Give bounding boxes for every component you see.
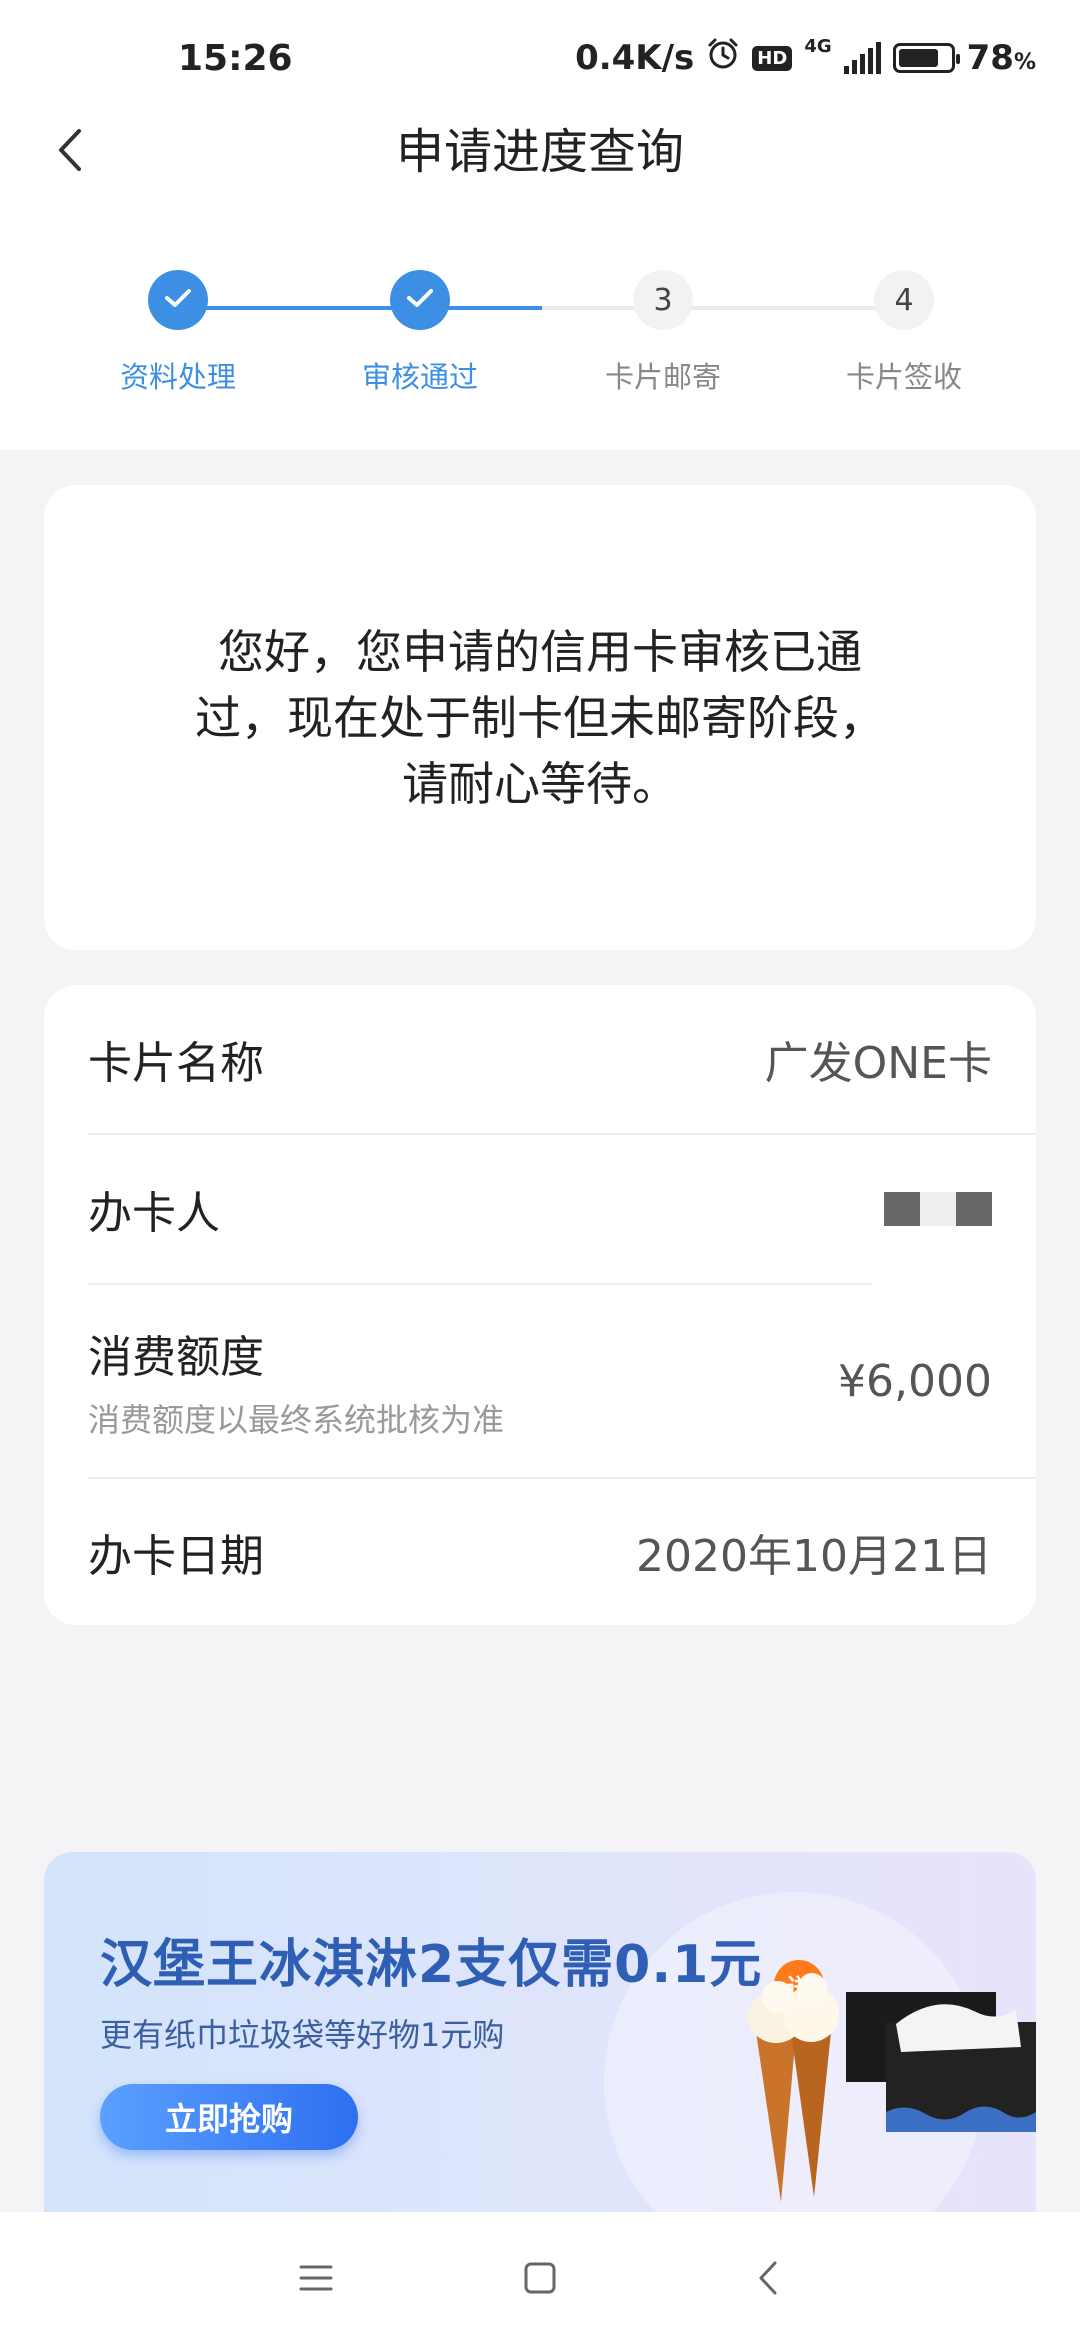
date-label: 办卡日期 [88, 1531, 264, 1582]
step-number: 3 [633, 270, 693, 330]
banner-title: 汉堡王冰淇淋2支仅需0.1元 [100, 1935, 763, 1995]
status-icons: 0.4K/s HD 4G 78% [575, 36, 1036, 80]
signal-icon [843, 42, 881, 74]
network-type: 4G [804, 36, 832, 57]
square-icon [523, 2261, 557, 2299]
row-holder: 办卡人 [44, 1135, 1036, 1283]
page-title: 申请进度查询 [395, 124, 684, 180]
promo-banner[interactable]: 汉堡王冰淇淋2支仅需0.1元 更有纸巾垃圾袋等好物1元购 立即抢购 送 [44, 1852, 1036, 2212]
masked-holder-name [884, 1192, 992, 1226]
nav-back-button[interactable] [738, 2250, 798, 2310]
check-icon [405, 283, 435, 318]
step-label: 审核通过 [361, 360, 478, 394]
chevron-left-icon [757, 2260, 779, 2300]
limit-label: 消费额度 [88, 1332, 264, 1383]
menu-button[interactable] [286, 2250, 346, 2310]
check-icon [163, 283, 193, 318]
step-number: 4 [874, 270, 934, 330]
limit-note: 消费额度以最终系统批核为准 [88, 1401, 505, 1439]
step-1: 资料处理 [53, 270, 303, 396]
home-button[interactable] [510, 2250, 570, 2310]
row-card-name: 卡片名称 广发ONE卡 [44, 985, 1036, 1133]
row-date: 办卡日期 2020年10月21日 [44, 1479, 1036, 1625]
status-bar: 15:26 0.4K/s HD 4G 78% [0, 0, 1080, 120]
status-time: 15:26 [178, 38, 293, 79]
banner-subtitle: 更有纸巾垃圾袋等好物1元购 [100, 2016, 505, 2054]
net-speed: 0.4K/s [575, 38, 695, 78]
step-label: 卡片签收 [845, 360, 962, 394]
battery-icon [892, 43, 960, 73]
limit-text: 消费额度 消费额度以最终系统批核为准 [88, 1321, 504, 1441]
step-3: 3 卡片邮寄 [538, 270, 788, 396]
battery-percent: 78% [967, 38, 1036, 78]
alarm-icon [706, 37, 740, 80]
step-2: 审核通过 [295, 270, 545, 396]
holder-label: 办卡人 [88, 1188, 220, 1239]
card-name-label: 卡片名称 [88, 1038, 264, 1089]
menu-icon [299, 2263, 333, 2297]
battery-unit: % [1013, 50, 1036, 75]
battery-value: 78 [966, 38, 1014, 78]
date-value: 2020年10月21日 [636, 1531, 992, 1582]
step-label: 资料处理 [119, 360, 236, 394]
step-4: 4 卡片签收 [779, 270, 1029, 396]
step-label: 卡片邮寄 [604, 360, 721, 394]
card-details: 卡片名称 广发ONE卡 办卡人 消费额度 消费额度以最终系统批核为准 ¥6,00… [44, 985, 1036, 1625]
status-message-card: 您好，您申请的信用卡审核已通过，现在处于制卡但未邮寄阶段，请耐心等待。 [44, 485, 1036, 950]
status-message: 您好，您申请的信用卡审核已通过，现在处于制卡但未邮寄阶段，请耐心等待。 [195, 624, 885, 811]
limit-value: ¥6,000 [838, 1355, 992, 1407]
step-done-circle [148, 270, 208, 330]
card-name-value: 广发ONE卡 [764, 1038, 992, 1089]
progress-steps: 资料处理 审核通过 3 卡片邮寄 4 卡片签收 [0, 270, 1080, 400]
header: 申请进度查询 资料处理 审核通过 3 卡片邮寄 4 卡片签收 [0, 120, 1080, 450]
step-done-circle [390, 270, 450, 330]
system-nav-bar [0, 2212, 1080, 2340]
battery-fill [898, 49, 938, 67]
hd-icon: HD [752, 45, 793, 71]
row-limit: 消费额度 消费额度以最终系统批核为准 ¥6,000 [44, 1285, 1036, 1477]
buy-now-button[interactable]: 立即抢购 [100, 2084, 358, 2150]
ice-cream-tissue-illustration [748, 1973, 1036, 2202]
